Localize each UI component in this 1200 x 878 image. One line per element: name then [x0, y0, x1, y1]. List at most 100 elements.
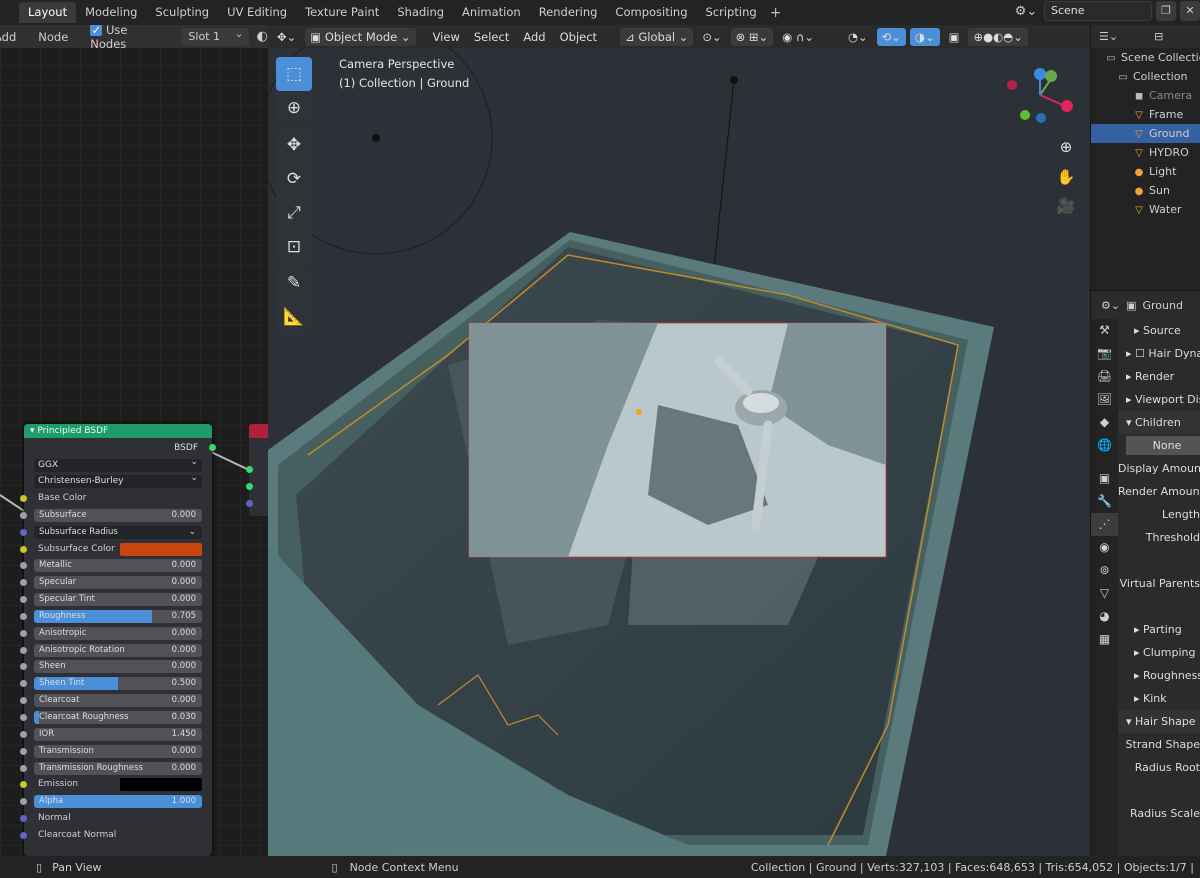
tab-scripting[interactable]: Scripting — [697, 2, 766, 23]
node-input-subsurface-color[interactable]: Subsurface Color — [20, 541, 212, 558]
principled-bsdf-node[interactable]: ▾ Principled BSDF BSDF GGX Christensen-B… — [20, 424, 216, 856]
scene-icon[interactable]: ⚙⌄ — [1012, 4, 1040, 19]
texture-tab-icon[interactable]: ▦ — [1091, 628, 1118, 651]
node-input-anisotropic-rotation[interactable]: Anisotropic Rotation 0.000 — [20, 642, 212, 659]
value-slider[interactable]: Metallic 0.000 — [34, 559, 202, 573]
node-input-ior[interactable]: IOR 1.450 — [20, 726, 212, 743]
node-input-specular-tint[interactable]: Specular Tint 0.000 — [20, 591, 212, 608]
annotate-icon[interactable]: ✎ — [276, 266, 312, 300]
tab-texture-paint[interactable]: Texture Paint — [296, 2, 388, 23]
node-input-alpha[interactable]: Alpha 1.000 — [20, 793, 212, 810]
delete-scene-button[interactable]: ✕ — [1180, 1, 1200, 21]
node-input-clearcoat-roughness[interactable]: Clearcoat Roughness 0.030 — [20, 709, 212, 726]
gizmo-icon[interactable]: ⟲⌄ — [876, 27, 906, 46]
property-hair-shape[interactable]: ▾ Hair Shape — [1118, 710, 1200, 733]
outliner-item[interactable]: ● Light — [1091, 162, 1200, 181]
move-icon[interactable]: ✥ — [276, 128, 312, 162]
properties-type-icon[interactable]: ⚙⌄ — [1101, 299, 1120, 312]
select-box-icon[interactable]: ⬚ — [276, 57, 312, 91]
new-scene-button[interactable]: ❐ — [1156, 1, 1176, 21]
node-input-normal[interactable]: Normal — [20, 810, 212, 827]
input-socket[interactable] — [20, 629, 27, 637]
property-kink[interactable]: ▸ Kink — [1118, 687, 1200, 710]
visibility-icon[interactable]: ◔⌄ — [843, 28, 873, 46]
node-input-base-color[interactable]: Base Color — [20, 490, 212, 507]
value-slider[interactable]: Clearcoat Roughness 0.030 — [34, 710, 202, 724]
property-radius-root[interactable]: Radius Root — [1118, 756, 1200, 779]
proportional-edit-icon[interactable]: ◉ ∩⌄ — [777, 28, 819, 46]
overlay-icon[interactable]: ◑⌄ — [909, 27, 940, 46]
input-socket[interactable] — [246, 500, 253, 507]
orientation-dropdown[interactable]: ⊿ Global ⌄ — [620, 27, 694, 46]
property-parting[interactable]: ▸ Parting — [1118, 618, 1200, 641]
input-socket[interactable] — [20, 815, 27, 823]
outliner-item[interactable]: ▭ Collection — [1091, 67, 1200, 86]
constraints-tab-icon[interactable]: ⊚ — [1091, 559, 1118, 582]
input-socket[interactable] — [20, 495, 27, 502]
outliner-filter-icon[interactable]: ⊟ — [1154, 30, 1163, 43]
scene-name-field[interactable]: Scene — [1044, 1, 1152, 21]
node-input-roughness[interactable]: Roughness 0.705 — [20, 608, 212, 625]
property-viewport-display[interactable]: ▸ Viewport Display — [1118, 388, 1200, 411]
property-roughness[interactable]: ▸ Roughness — [1118, 664, 1200, 687]
outliner-item[interactable]: ▭ Scene Collection — [1091, 48, 1200, 67]
add-workspace-button[interactable]: + — [766, 5, 786, 21]
shading-modes[interactable]: ⊕●◐◓⌄ — [968, 27, 1028, 46]
node-input-subsurface-radius[interactable]: Subsurface Radius ⌄ — [20, 524, 212, 541]
input-socket[interactable] — [20, 680, 27, 688]
input-socket[interactable] — [20, 713, 27, 721]
input-socket[interactable] — [20, 528, 27, 536]
output-socket[interactable] — [209, 444, 216, 451]
menu-view[interactable]: View — [428, 28, 465, 46]
node-input-sheen-tint[interactable]: Sheen Tint 0.500 — [20, 675, 212, 692]
input-socket[interactable] — [20, 545, 27, 553]
outliner-type-icon[interactable]: ☰⌄ — [1099, 30, 1118, 43]
value-slider[interactable]: Specular Tint 0.000 — [34, 593, 202, 607]
value-slider[interactable]: Transmission Roughness 0.000 — [34, 761, 202, 775]
node-input-sheen[interactable]: Sheen 0.000 — [20, 658, 212, 675]
value-slider[interactable]: Clearcoat 0.000 — [34, 694, 202, 708]
outliner-item[interactable]: ▽ Ground — [1091, 124, 1200, 143]
tab-sculpting[interactable]: Sculpting — [146, 2, 218, 23]
transform-icon[interactable]: ⊡ — [276, 230, 312, 264]
subsurface-method-dropdown[interactable]: Christensen-Burley — [34, 472, 202, 488]
color-swatch[interactable] — [120, 778, 202, 792]
zoom-icon[interactable]: ⊕ — [1055, 136, 1077, 158]
3d-viewport[interactable]: ✥⌄ ▣ Object Mode ⌄ View Select Add Objec… — [268, 25, 1090, 856]
node-title[interactable]: ▾ Principled BSDF — [24, 424, 212, 438]
scene-tab-icon[interactable]: ◆ — [1091, 411, 1118, 434]
property-children[interactable]: ▾ Children — [1118, 411, 1200, 434]
world-tab-icon[interactable]: 🌐 — [1091, 434, 1118, 457]
tab-rendering[interactable]: Rendering — [530, 2, 607, 23]
outliner-item[interactable]: ▽ HYDRO — [1091, 143, 1200, 162]
scale-icon[interactable]: ⤢ — [276, 196, 312, 230]
view-layer-tab-icon[interactable]: 🖼 — [1091, 388, 1118, 411]
node-input-anisotropic[interactable]: Anisotropic 0.000 — [20, 625, 212, 642]
input-socket[interactable] — [246, 466, 253, 473]
node-input-clearcoat[interactable]: Clearcoat 0.000 — [20, 692, 212, 709]
property-source[interactable]: ▸ Source — [1118, 319, 1200, 342]
property-threshold[interactable]: Threshold — [1118, 526, 1200, 549]
physics-tab-icon[interactable]: ◉ — [1091, 536, 1118, 559]
editor-type-button[interactable]: ✥⌄ — [272, 28, 301, 46]
property-render[interactable]: ▸ Render — [1118, 365, 1200, 388]
input-socket[interactable] — [20, 764, 27, 772]
input-socket[interactable] — [20, 831, 27, 839]
input-socket[interactable] — [20, 579, 27, 587]
node-input-transmission-roughness[interactable]: Transmission Roughness 0.000 — [20, 760, 212, 777]
node-input-metallic[interactable]: Metallic 0.000 — [20, 557, 212, 574]
distribution-dropdown[interactable]: GGX — [34, 456, 202, 472]
property-display-amount[interactable]: Display Amount — [1118, 457, 1200, 480]
render-tab-icon[interactable]: 📷 — [1091, 342, 1118, 365]
modifier-tab-icon[interactable]: 🔧 — [1091, 490, 1118, 513]
material-tab-icon[interactable]: ◕ — [1091, 605, 1118, 628]
input-socket[interactable] — [20, 697, 27, 705]
input-socket[interactable] — [20, 562, 27, 570]
node-input-clearcoat-normal[interactable]: Clearcoat Normal — [20, 827, 212, 844]
property-virtual-parents[interactable]: Virtual Parents — [1118, 572, 1200, 595]
value-slider[interactable]: Transmission 0.000 — [34, 744, 202, 758]
measure-icon[interactable]: 📐 — [276, 300, 312, 334]
rotate-icon[interactable]: ⟳ — [276, 162, 312, 196]
node-input-subsurface[interactable]: Subsurface 0.000 — [20, 507, 212, 524]
outliner-item[interactable]: ◼ Camera — [1091, 86, 1200, 105]
